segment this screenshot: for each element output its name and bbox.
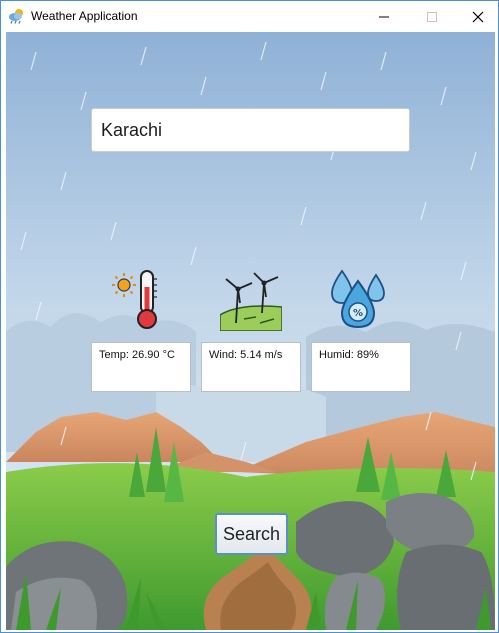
- minimize-button[interactable]: [361, 1, 407, 32]
- title-bar[interactable]: Weather Application: [1, 1, 498, 32]
- temperature-readout: Temp: 26.90 °C: [91, 342, 191, 392]
- svg-text:%: %: [353, 308, 363, 319]
- minimize-icon: [379, 16, 389, 17]
- humidity-readout: Humid: 89%: [311, 342, 411, 392]
- temperature-label: Temp: 26.90 °C: [99, 349, 175, 361]
- wind-turbine-icon: [220, 272, 282, 331]
- weather-cloud-icon: [9, 9, 23, 24]
- search-button[interactable]: Search: [215, 513, 288, 555]
- close-button[interactable]: [455, 1, 498, 32]
- humidity-drops-icon: %: [331, 269, 385, 329]
- city-search-input[interactable]: [91, 108, 410, 152]
- close-icon: [472, 11, 484, 22]
- thermometer-sun-icon: [112, 270, 157, 329]
- weather-panel: Temp: 26.90 °C Wind: 5.14 m/s: [6, 32, 495, 630]
- maximize-button[interactable]: [409, 1, 455, 32]
- wind-readout: Wind: 5.14 m/s: [201, 342, 301, 392]
- humidity-label: Humid: 89%: [319, 349, 379, 361]
- app-window: Weather Application Karachi Temp: 26.90 …: [0, 0, 499, 633]
- window-title: Weather Application: [31, 9, 138, 23]
- maximize-icon: [427, 11, 437, 22]
- wind-label: Wind: 5.14 m/s: [209, 349, 283, 361]
